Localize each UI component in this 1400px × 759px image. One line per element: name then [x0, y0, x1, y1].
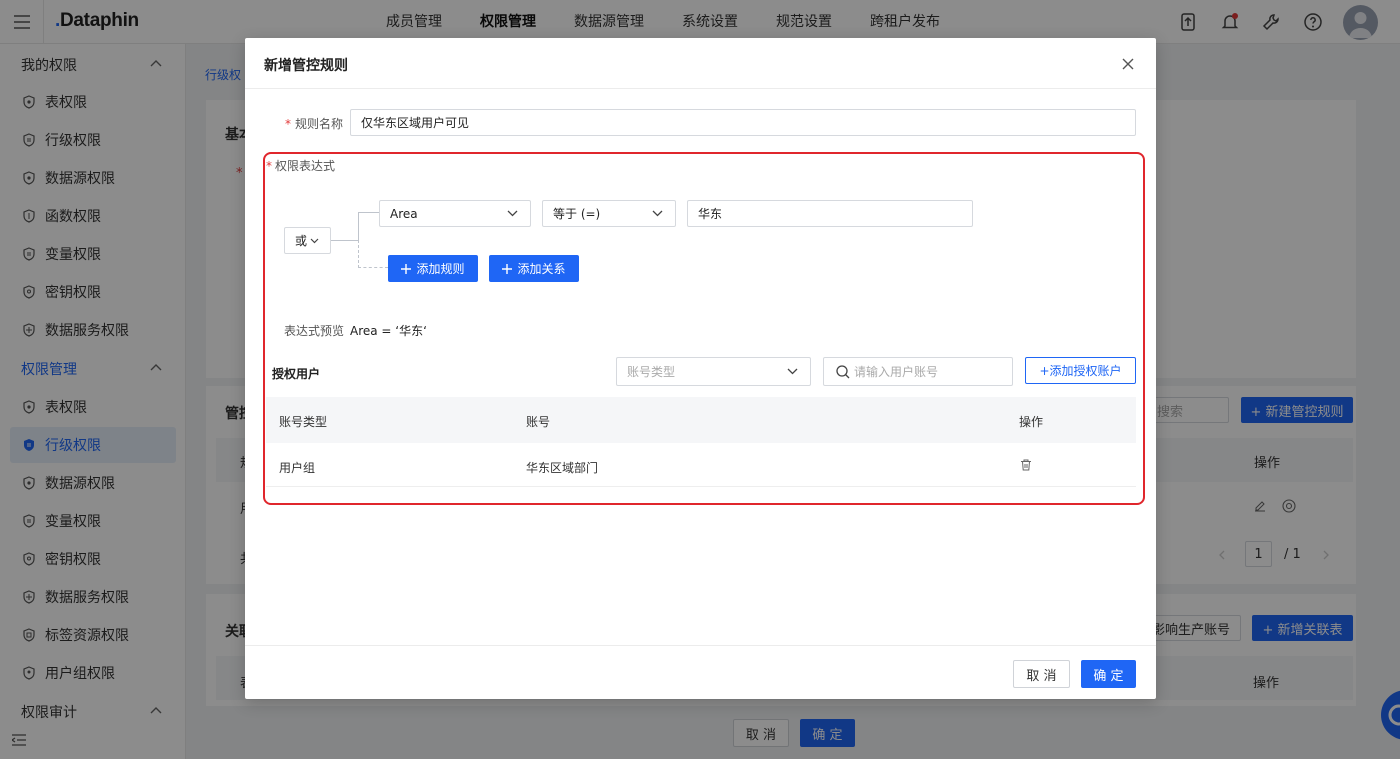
dialog-confirm-button[interactable]: 确 定 [1081, 660, 1136, 688]
dialog-footer: 取 消 确 定 [245, 645, 1156, 699]
rule-name-input[interactable]: 仅华东区域用户可见 [350, 109, 1136, 136]
rule-name-label-text: 规则名称 [295, 117, 344, 131]
close-icon[interactable] [1121, 57, 1135, 71]
dialog-title: 新增管控规则 [264, 58, 348, 74]
required-asterisk: * [285, 117, 291, 131]
highlight-box [263, 152, 1145, 505]
dialog-header: 新增管控规则 [245, 38, 1156, 89]
rule-name-label: * 规则名称 [285, 115, 343, 132]
dialog-cancel-button[interactable]: 取 消 [1013, 660, 1070, 688]
